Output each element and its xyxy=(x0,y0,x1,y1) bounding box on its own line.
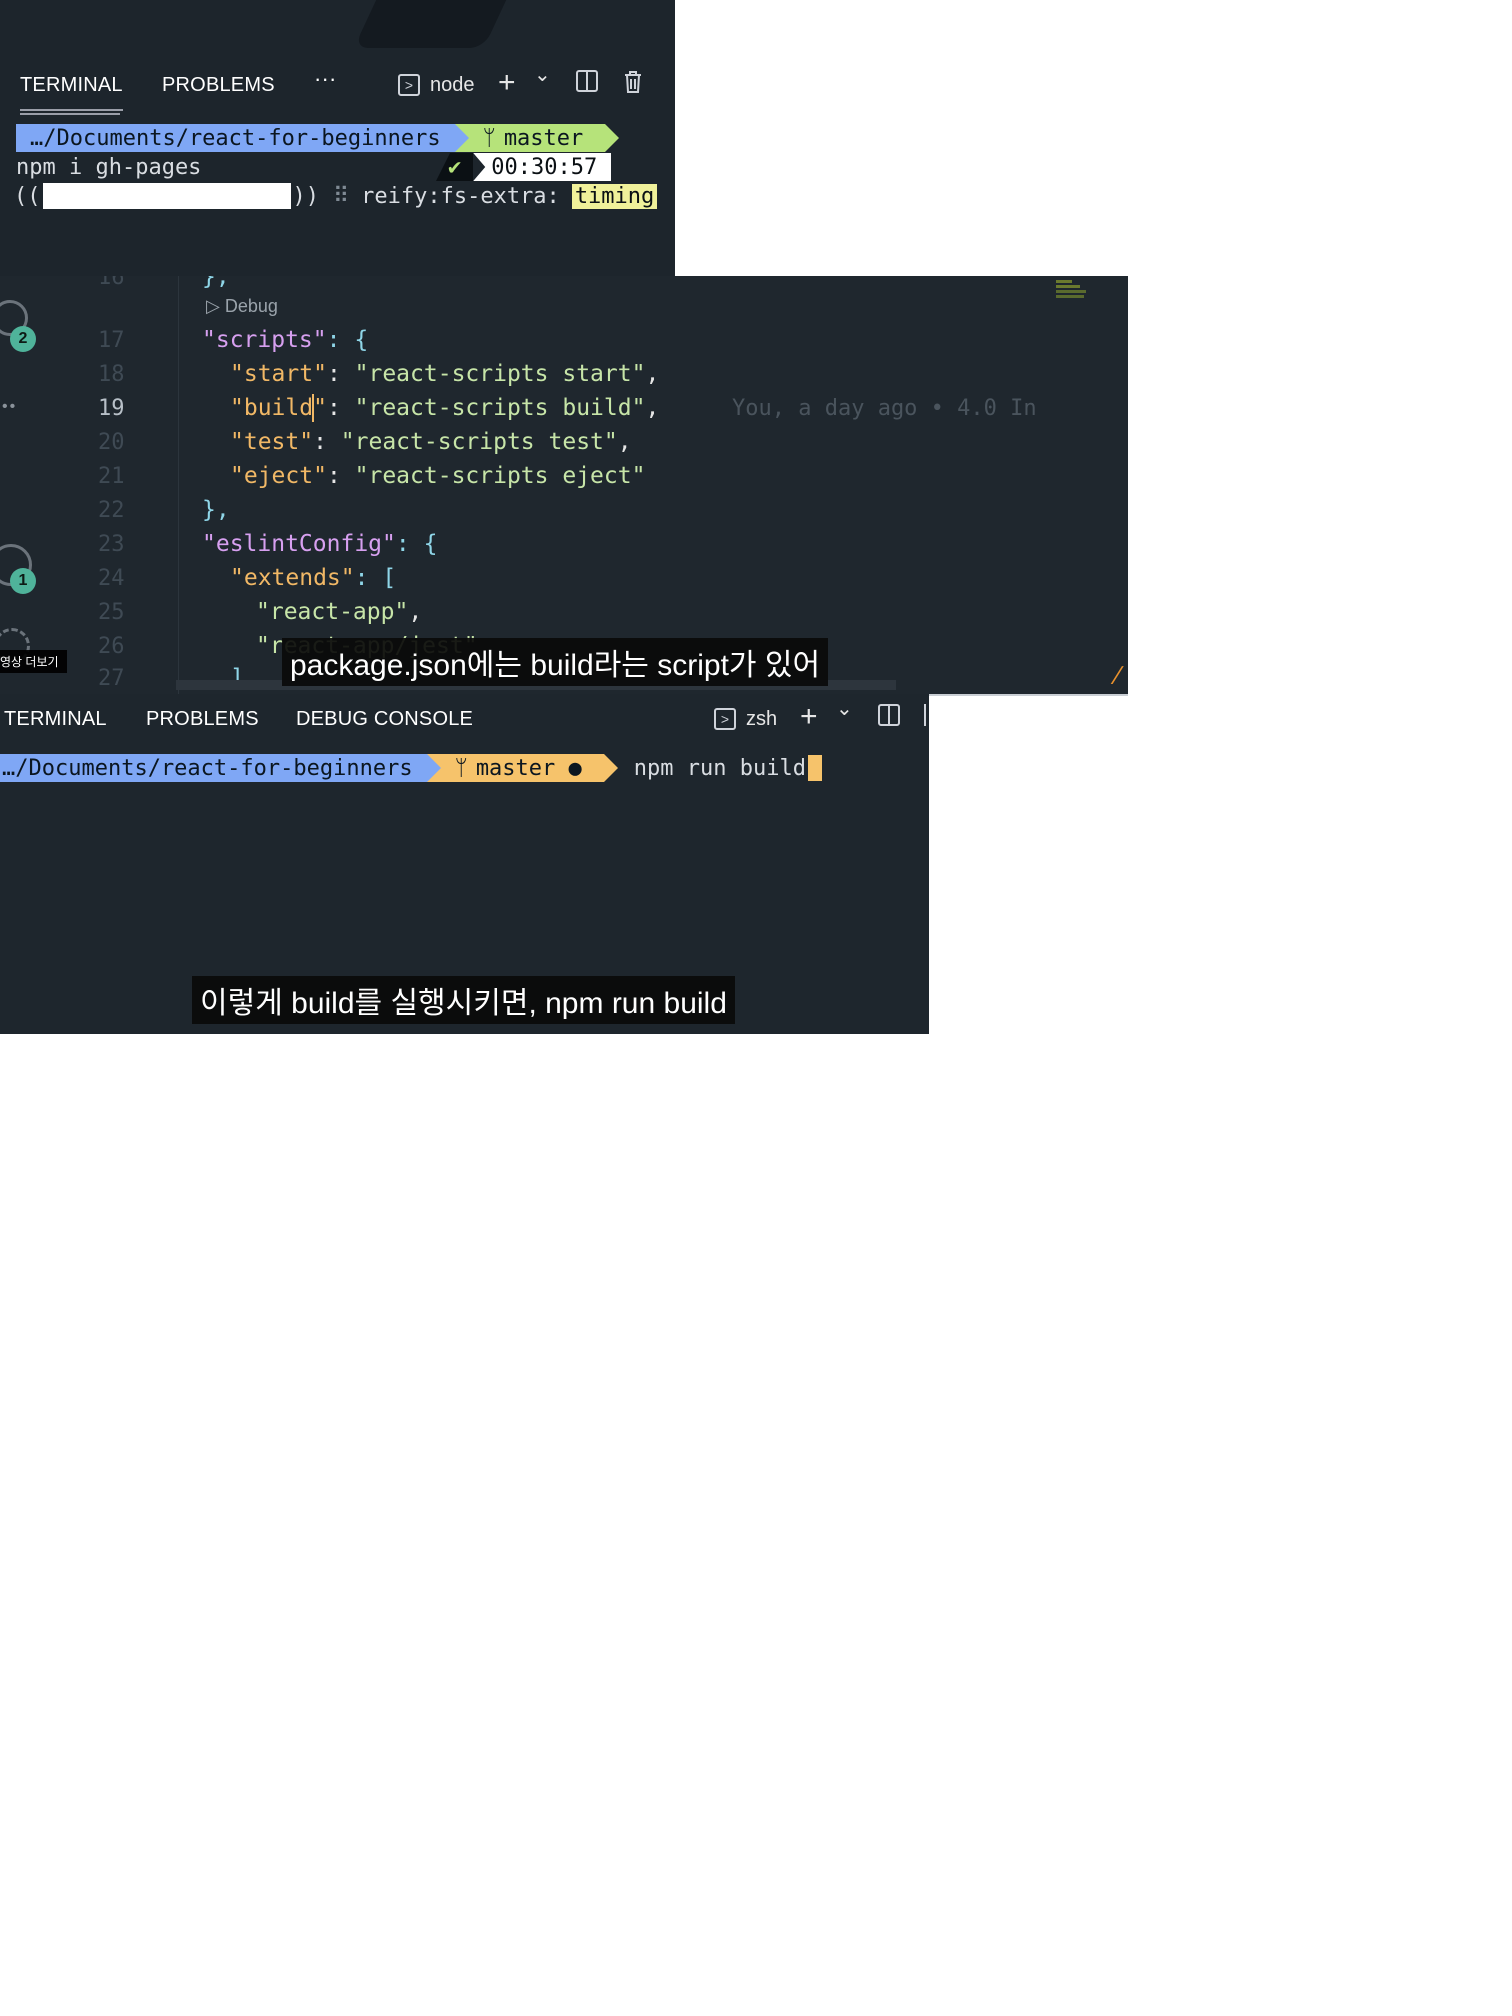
terminal-icon: > xyxy=(714,708,736,730)
progress-left: (( xyxy=(14,183,41,209)
chevron-down-icon[interactable]: ⌄ xyxy=(534,62,551,87)
chevron-down-icon[interactable]: ⌄ xyxy=(836,696,853,721)
git-blame-annotation: You, a day ago • 4.0 In xyxy=(732,395,1037,421)
tab-terminal[interactable]: TERMINAL xyxy=(20,74,123,111)
code-editor-panel: 2 •• 1 영상 더보기 16 }, ▷ Debug 17 "scripts"… xyxy=(0,276,1128,694)
terminal-tab-bar: TERMINAL PROBLEMS ··· > node + ⌄ xyxy=(0,64,675,111)
notification-badge: 2 xyxy=(10,326,36,352)
terminal-panel-top: TERMINAL PROBLEMS ··· > node + ⌄ …/Docum… xyxy=(0,0,675,276)
line-number: 25 xyxy=(98,599,125,625)
video-overlay-shape xyxy=(353,0,521,48)
shell-prompt: …/Documents/react-for-beginners ᛘ master… xyxy=(0,754,822,782)
debug-codelens[interactable]: ▷ Debug xyxy=(206,296,278,317)
trash-icon[interactable] xyxy=(924,704,929,726)
prompt-path: …/Documents/react-for-beginners xyxy=(0,754,441,782)
prompt-git-branch: ᛘ master xyxy=(454,124,619,152)
code-punct: , xyxy=(617,429,632,455)
notification-badge: 1 xyxy=(10,568,36,594)
active-tab-underline xyxy=(20,113,120,115)
indent-guide xyxy=(178,276,179,694)
line-number: 26 xyxy=(98,633,125,659)
git-branch-icon: ᛘ xyxy=(482,125,496,151)
code-punct: : xyxy=(326,463,355,489)
code-punct: : [ xyxy=(354,565,397,591)
progress-right: )) xyxy=(292,183,320,209)
code-punct: : { xyxy=(326,327,369,353)
more-icon[interactable]: •• xyxy=(2,398,17,416)
new-terminal-icon[interactable]: + xyxy=(800,700,818,734)
tab-problems[interactable]: PROBLEMS xyxy=(146,708,259,731)
code-punct: : xyxy=(326,361,355,387)
json-value: "react-app" xyxy=(256,599,409,625)
json-key: "extends" xyxy=(230,565,355,591)
line-number: 19 xyxy=(98,395,125,421)
git-branch-name: master ● xyxy=(475,755,582,781)
minimap[interactable] xyxy=(1056,278,1092,302)
json-value: "react-scripts eject" xyxy=(354,463,646,489)
shell-name: zsh xyxy=(746,707,778,730)
spinner-icon: ⠿ xyxy=(333,183,350,209)
tab-problems[interactable]: PROBLEMS xyxy=(162,74,275,97)
split-terminal-icon[interactable] xyxy=(576,70,598,92)
json-value: "react-scripts test" xyxy=(340,429,618,455)
text-cursor xyxy=(312,394,314,422)
line-number: 21 xyxy=(98,463,125,489)
json-key: "eslintConfig" xyxy=(202,531,396,557)
json-value: "react-scripts start" xyxy=(354,361,646,387)
check-icon: ✔ xyxy=(436,153,474,181)
terminal-shell-selector[interactable]: > node xyxy=(398,74,475,97)
git-branch-name: master xyxy=(503,125,584,151)
prompt-time: 00:30:57 xyxy=(473,153,612,181)
prompt-status: ✔ 00:30:57 xyxy=(436,153,612,181)
progress-bar xyxy=(42,183,291,209)
new-terminal-icon[interactable]: + xyxy=(498,66,516,100)
warning-icon: ∕ xyxy=(1116,660,1121,690)
code-punct: }, xyxy=(202,497,230,523)
video-subtitle: package.json에는 build라는 script가 있어 xyxy=(282,638,829,686)
line-number: 20 xyxy=(98,429,125,455)
shell-prompt: …/Documents/react-for-beginners ᛘ master xyxy=(16,124,619,152)
code-punct: , xyxy=(645,361,660,387)
progress-text: reify:fs-extra: xyxy=(361,183,560,209)
terminal-panel-bottom: TERMINAL PROBLEMS DEBUG CONSOLE > zsh + … xyxy=(0,694,929,1034)
progress-tag: timing xyxy=(571,183,658,209)
shell-name: node xyxy=(430,73,475,96)
json-key: "start" xyxy=(230,361,327,387)
terminal-cursor xyxy=(807,755,822,781)
line-number: 18 xyxy=(98,361,125,387)
more-videos-label[interactable]: 영상 더보기 xyxy=(0,650,67,673)
trash-icon[interactable] xyxy=(622,70,644,99)
code-punct: , xyxy=(408,599,423,625)
json-key: "eject" xyxy=(230,463,327,489)
tab-debug-console[interactable]: DEBUG CONSOLE xyxy=(296,708,473,731)
more-actions-icon[interactable]: ··· xyxy=(314,66,337,92)
tab-terminal[interactable]: TERMINAL xyxy=(4,708,107,731)
code-punct: : xyxy=(326,395,355,421)
json-value: "react-scripts build" xyxy=(354,395,646,421)
line-number: 27 xyxy=(98,665,125,691)
code-punct: : xyxy=(313,429,341,455)
line-number: 16 xyxy=(98,276,125,290)
terminal-tab-bar: TERMINAL PROBLEMS DEBUG CONSOLE > zsh + … xyxy=(0,698,929,734)
line-number: 17 xyxy=(98,327,125,353)
json-key: "scripts" xyxy=(202,327,327,353)
line-number: 23 xyxy=(98,531,125,557)
prompt-git-branch: ᛘ master ● xyxy=(426,754,618,782)
json-key: "test" xyxy=(230,429,314,455)
code-punct: : { xyxy=(395,531,438,557)
prompt-path: …/Documents/react-for-beginners xyxy=(16,124,469,152)
terminal-icon: > xyxy=(398,74,420,96)
video-subtitle: 이렇게 build를 실행시키면, npm run build xyxy=(192,976,735,1024)
git-branch-icon: ᛘ xyxy=(454,755,468,781)
code-text: }, xyxy=(202,276,230,290)
terminal-command[interactable]: npm run build xyxy=(634,756,806,781)
split-terminal-icon[interactable] xyxy=(878,704,900,726)
npm-progress: (( )) ⠿ reify:fs-extra: timing xyxy=(14,181,658,211)
line-number: 24 xyxy=(98,565,125,591)
terminal-shell-selector[interactable]: > zsh xyxy=(714,708,777,731)
code-punct: , xyxy=(645,395,660,421)
terminal-command: npm i gh-pages xyxy=(16,154,202,180)
line-number: 22 xyxy=(98,497,125,523)
